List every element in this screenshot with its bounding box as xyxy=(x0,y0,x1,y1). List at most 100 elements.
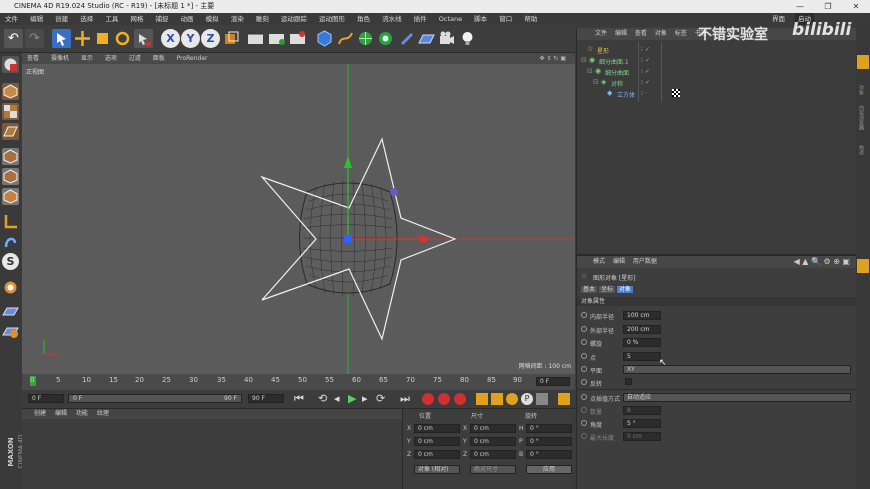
next-key-icon[interactable]: ⟳ xyxy=(376,392,385,405)
attr-menu-item[interactable]: 模式 xyxy=(593,258,605,265)
keyframe-selection-icon[interactable] xyxy=(454,393,466,405)
size-mode-select[interactable]: 绝对尺寸 xyxy=(470,465,516,474)
object-menu-item[interactable]: 文件 xyxy=(595,30,607,37)
anim-dot[interactable] xyxy=(581,326,587,332)
plane-select[interactable]: XY xyxy=(623,365,851,374)
phong-tag-icon[interactable] xyxy=(672,89,680,97)
anim-dot[interactable] xyxy=(581,420,587,426)
live-selection-icon[interactable] xyxy=(52,29,71,48)
object-menu-item[interactable]: 标签 xyxy=(675,30,687,37)
subdivision-icon[interactable] xyxy=(356,29,375,48)
scale-icon[interactable] xyxy=(93,29,112,48)
goto-start-icon[interactable]: ⏮ xyxy=(294,392,304,406)
snap-icon[interactable]: S xyxy=(2,253,19,270)
viewport-menu-item[interactable]: 过滤 xyxy=(129,55,141,62)
visibility-icon[interactable]: ⁝ ✓ xyxy=(641,68,650,75)
grid-snap-icon[interactable] xyxy=(2,323,19,340)
x-axis-lock-icon[interactable]: X xyxy=(161,29,180,48)
texture-mode-icon[interactable] xyxy=(2,103,19,120)
timeline-ruler[interactable]: 0 5 10 15 20 25 30 35 40 45 50 55 60 65 … xyxy=(22,374,575,390)
menu-item[interactable]: 捕捉 xyxy=(155,15,168,23)
menu-item[interactable]: 文件 xyxy=(5,15,18,23)
object-menu-item[interactable]: 对象 xyxy=(655,30,667,37)
start-frame-field[interactable]: 0 F xyxy=(28,394,64,403)
render-view-icon[interactable] xyxy=(246,29,265,48)
goto-end-icon[interactable]: ⏭ xyxy=(400,392,410,406)
polygons-mode-icon[interactable] xyxy=(2,188,19,205)
attr-nav-icons[interactable]: ◀ ▲ 🔍 ⚙ ⊕ ▣ xyxy=(794,256,850,268)
current-frame-field[interactable]: 0 F xyxy=(536,377,570,386)
render-picture-viewer-icon[interactable] xyxy=(267,29,286,48)
anim-dot[interactable] xyxy=(581,366,587,372)
menu-item[interactable]: 帮助 xyxy=(524,15,537,23)
viewport-menu-item[interactable]: 摄像机 xyxy=(51,55,69,62)
undo-icon[interactable]: ↶ xyxy=(4,29,23,48)
menu-item[interactable]: 工具 xyxy=(105,15,118,23)
side-tab-icon[interactable] xyxy=(857,55,869,69)
size-z-field[interactable]: 0 cm xyxy=(470,450,516,459)
menu-item[interactable]: 窗口 xyxy=(499,15,512,23)
menu-item[interactable]: 角色 xyxy=(357,15,370,23)
camera-icon[interactable] xyxy=(437,29,456,48)
z-axis-lock-icon[interactable]: Z xyxy=(201,29,220,48)
redo-icon[interactable]: ↷ xyxy=(25,29,44,48)
viewport-nav-icons[interactable]: ✥ ⇕ ↻ ▣ xyxy=(540,53,566,64)
reverse-checkbox[interactable] xyxy=(625,378,632,385)
attr-menu-item[interactable]: 用户数据 xyxy=(633,258,657,265)
cloner-icon[interactable] xyxy=(376,29,395,48)
visibility-icon[interactable]: ⁝ · xyxy=(641,90,647,97)
pos-y-field[interactable]: 0 cm xyxy=(414,437,460,446)
material-menu-item[interactable]: 编辑 xyxy=(55,410,67,417)
viewport-menu-item[interactable]: 选项 xyxy=(105,55,117,62)
inner-radius-field[interactable]: 100 cm xyxy=(623,311,661,320)
timeline-window-icon[interactable] xyxy=(558,393,570,405)
prev-key-icon[interactable]: ⟲ xyxy=(318,392,327,405)
number-field[interactable]: 8 xyxy=(623,406,661,415)
rot-h-field[interactable]: 0 ° xyxy=(526,424,572,433)
make-editable-icon[interactable] xyxy=(2,56,19,73)
menu-item[interactable]: 网格 xyxy=(130,15,143,23)
side-tab-structure[interactable]: 构造 xyxy=(858,145,865,155)
menu-item[interactable]: 动画 xyxy=(181,15,194,23)
viewport-menu-item[interactable]: 查看 xyxy=(27,55,39,62)
tab-basic[interactable]: 基本 xyxy=(581,286,598,293)
key-pla-icon[interactable] xyxy=(536,393,548,405)
menu-item[interactable]: 运动图形 xyxy=(319,15,345,23)
rot-b-field[interactable]: 0 ° xyxy=(526,450,572,459)
material-menu-item[interactable]: 纹理 xyxy=(97,410,109,417)
collapse-icon[interactable]: ⊟ xyxy=(581,56,587,64)
viewport-front[interactable]: 正视图 网格间距 : 100 cm xyxy=(22,64,575,374)
menu-item[interactable]: 模拟 xyxy=(206,15,219,23)
minimize-button[interactable]: — xyxy=(786,0,814,13)
object-row-star[interactable]: ☆ 星形 ⁝ ✓ xyxy=(577,44,857,55)
end-frame-field[interactable]: 90 F xyxy=(248,394,284,403)
anim-dot[interactable] xyxy=(581,312,587,318)
outer-radius-field[interactable]: 200 cm xyxy=(623,325,661,334)
play-icon[interactable]: ▶ xyxy=(348,392,356,405)
y-axis-lock-icon[interactable]: Y xyxy=(181,29,200,48)
object-row-subdivision[interactable]: ⊟ ◉ 细分曲面 ⁝ ✓ xyxy=(577,66,857,77)
model-mode-icon[interactable] xyxy=(2,83,19,100)
tab-object[interactable]: 对象 xyxy=(616,286,633,293)
visibility-icon[interactable]: ⁝ ✓ xyxy=(641,46,650,53)
rot-p-field[interactable]: 0 ° xyxy=(526,437,572,446)
auto-key-icon[interactable] xyxy=(438,393,450,405)
close-button[interactable]: ✕ xyxy=(842,0,870,13)
coord-mode-select[interactable]: 对象 (相对) xyxy=(414,465,460,474)
points-field[interactable]: 5 xyxy=(623,352,661,361)
menu-item[interactable]: 渲染 xyxy=(231,15,244,23)
collapse-icon[interactable]: ⊟ xyxy=(593,78,599,86)
edges-mode-icon[interactable] xyxy=(2,168,19,185)
workplane-mode-icon[interactable] xyxy=(2,123,19,140)
size-x-field[interactable]: 0 cm xyxy=(470,424,516,433)
menu-item[interactable]: Octane xyxy=(439,15,462,23)
side-tab-objects[interactable]: 对象 xyxy=(858,85,865,95)
tweak-mode-icon[interactable] xyxy=(2,233,19,250)
key-scale-icon[interactable] xyxy=(491,393,503,405)
axis-mode-icon[interactable] xyxy=(2,213,19,230)
move-icon[interactable] xyxy=(73,29,92,48)
object-menu-item[interactable]: 编辑 xyxy=(615,30,627,37)
angle-field[interactable]: 5 ° xyxy=(623,419,661,428)
attr-side-tab-icon[interactable] xyxy=(857,259,869,273)
material-menu-item[interactable]: 功能 xyxy=(76,410,88,417)
